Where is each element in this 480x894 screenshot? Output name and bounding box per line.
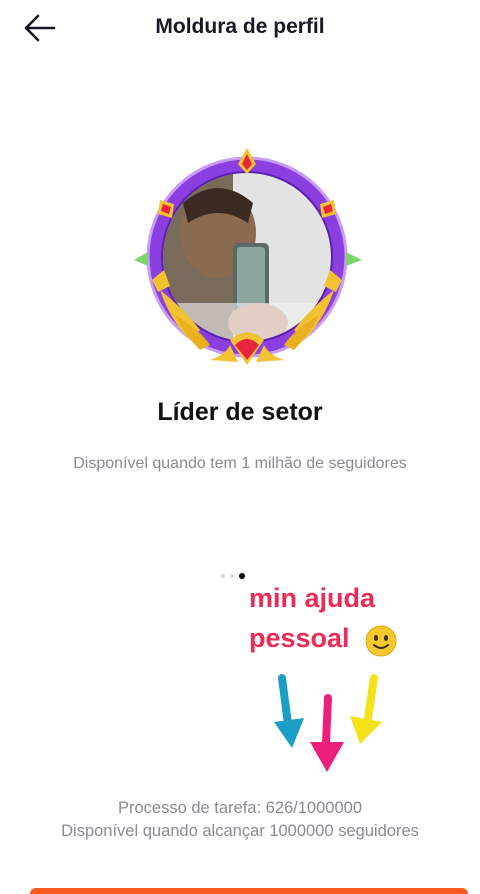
header: Moldura de perfil [0, 0, 480, 56]
profile-frame-preview [130, 140, 370, 380]
page-title: Moldura de perfil [155, 15, 325, 38]
arrows-graphic [274, 674, 382, 772]
carousel-dot [221, 574, 225, 578]
overlay-text-line2: pessoal [249, 623, 350, 653]
action-button[interactable] [30, 888, 468, 894]
arrow-down-icon [310, 694, 344, 772]
carousel-dot [230, 574, 234, 578]
frame-description: Disponível quando tem 1 milhão de seguid… [73, 455, 407, 472]
task-requirement: Disponível quando alcançar 1000000 segui… [61, 822, 419, 840]
carousel-indicator [221, 573, 245, 579]
carousel-dot-active [239, 573, 245, 579]
smiley-icon [365, 625, 397, 657]
arrow-down-icon [350, 674, 382, 744]
frame-name: Líder de setor [157, 398, 323, 426]
arrow-down-icon [274, 674, 304, 748]
frame-ring [134, 148, 362, 365]
task-progress: Processo de tarefa: 626/1000000 [117, 799, 362, 817]
overlay-text-line1: min ajuda [249, 583, 376, 613]
